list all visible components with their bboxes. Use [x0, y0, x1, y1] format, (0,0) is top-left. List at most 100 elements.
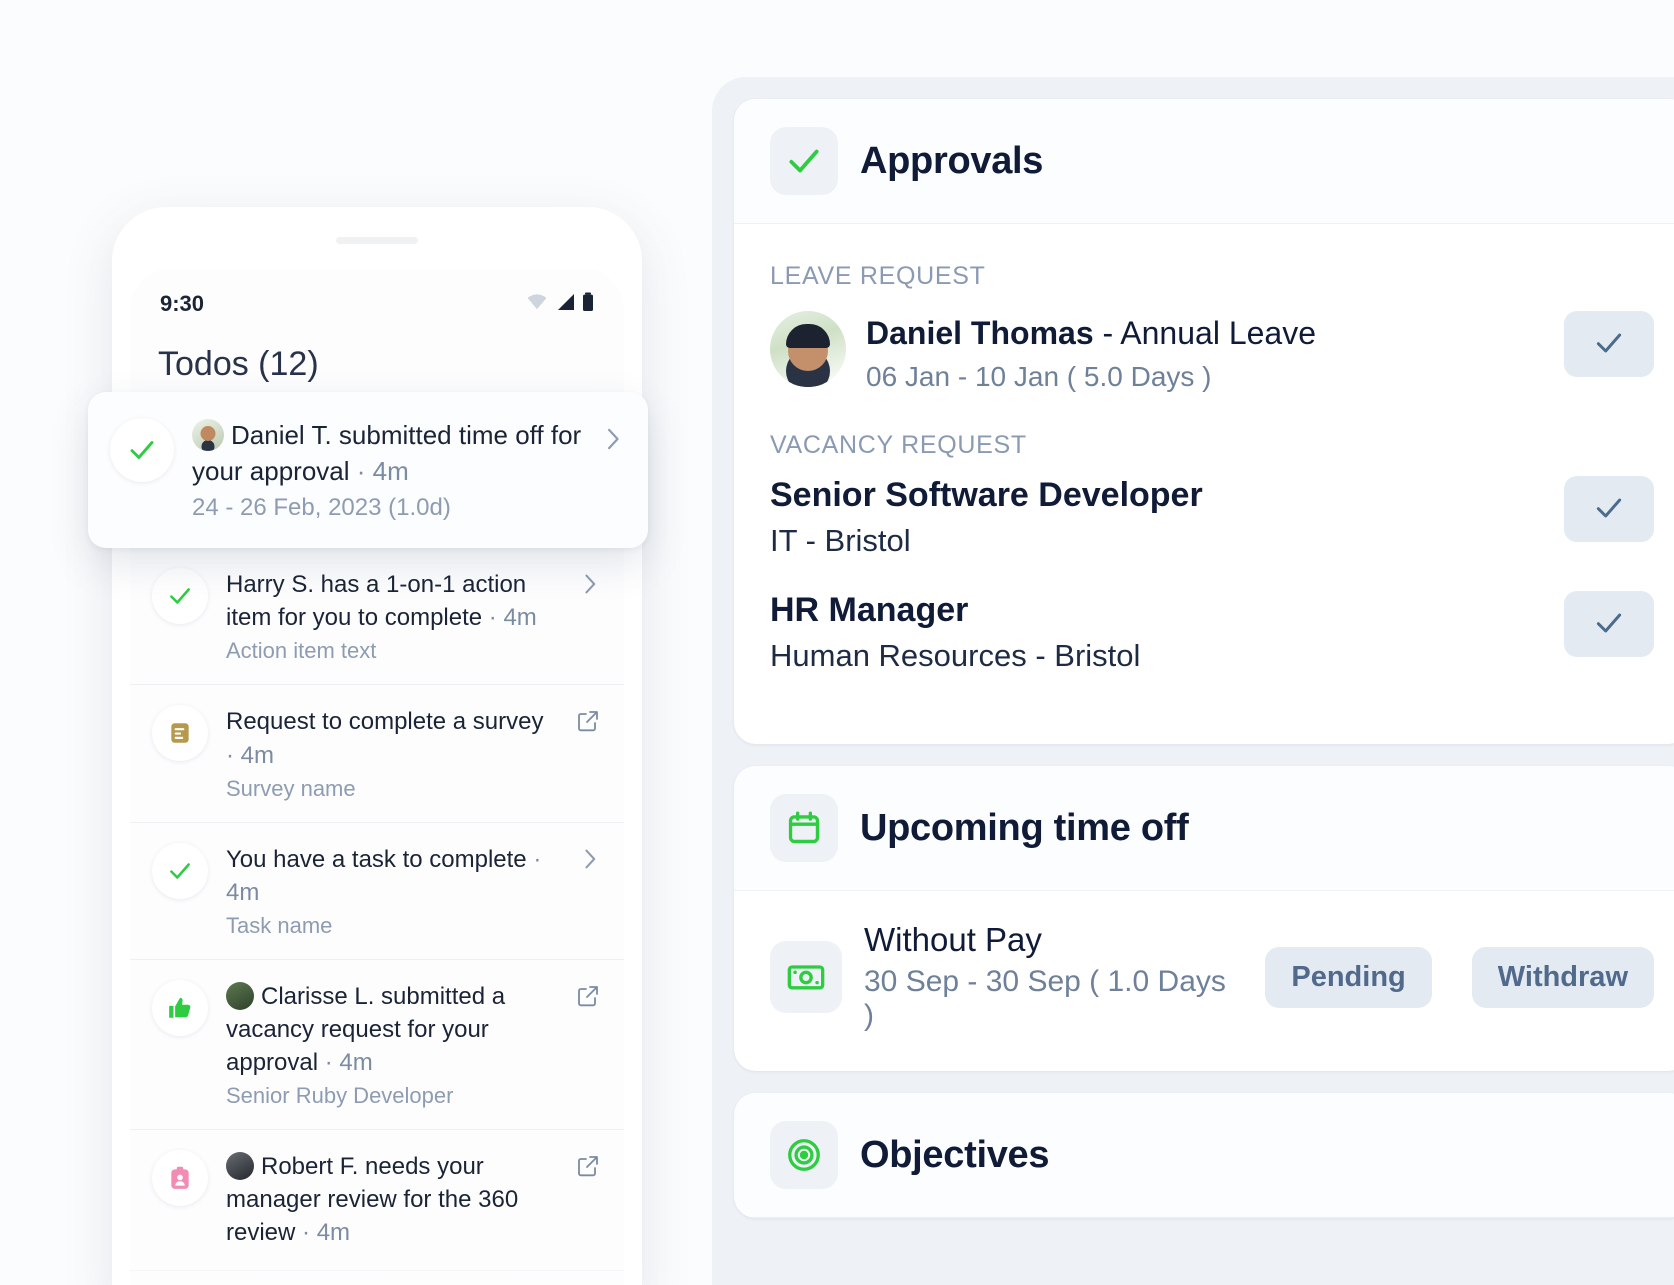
list-item-main: Robert F. needs your manager review for …	[226, 1150, 558, 1249]
dashboard-panel: Approvals LEAVE REQUEST Daniel Thomas - …	[712, 77, 1674, 1285]
calendar-icon	[770, 794, 838, 862]
list-item-main: Harry S. has a 1-on-1 action item for yo…	[226, 568, 562, 664]
avatar	[192, 419, 224, 451]
chevron-right-icon[interactable]	[602, 418, 624, 457]
approve-vacancy-button[interactable]	[1564, 476, 1654, 542]
status-time: 9:30	[160, 291, 205, 316]
list-item[interactable]: Robert F. needs your manager review for …	[130, 1130, 624, 1271]
badge-icon	[152, 1150, 208, 1207]
list-item[interactable]: Harry S. has a 1-on-1 action item for yo…	[130, 548, 624, 686]
list-item-label: Harry S. has a 1-on-1 action item for yo…	[226, 571, 527, 632]
list-item-text: Request to complete a survey · 4m	[226, 705, 558, 771]
list-item[interactable]: You have a task to complete · 4m Task na…	[130, 823, 624, 960]
leave-request-row: Daniel Thomas - Annual Leave 06 Jan - 10…	[770, 305, 1654, 419]
approvals-card: Approvals LEAVE REQUEST Daniel Thomas - …	[734, 99, 1674, 744]
status-badge: Pending	[1265, 946, 1432, 1008]
objectives-card-header: Objectives	[734, 1093, 1674, 1218]
avatar	[226, 1152, 254, 1181]
floating-notification-card[interactable]: Daniel T. submitted time off for your ap…	[88, 392, 648, 548]
list-item-meta: · 4m	[324, 1049, 373, 1077]
phone-speaker	[336, 237, 418, 244]
status-icons	[526, 292, 594, 317]
list-item-main: Clarisse L. submitted a vacancy request …	[226, 980, 558, 1109]
withdraw-button[interactable]: Withdraw	[1471, 946, 1654, 1008]
list-item-sub: Survey name	[226, 775, 356, 801]
vacancy-content: Senior Software Developer IT - Bristol	[770, 476, 1544, 559]
list-item-main: Request to complete a survey · 4m Survey…	[226, 705, 558, 801]
list-item-sub: Senior Ruby Developer	[226, 1083, 454, 1109]
vacancy-request-label: VACANCY REQUEST	[770, 431, 1027, 459]
approve-vacancy-button[interactable]	[1564, 591, 1654, 657]
check-icon	[1593, 327, 1625, 362]
objectives-title: Objectives	[860, 1133, 1050, 1176]
time-off-dates: 30 Sep - 30 Sep ( 1.0 Days )	[864, 965, 1226, 1032]
upcoming-time-off-card: Upcoming time off Without Pay 30 Sep - 3…	[734, 766, 1674, 1071]
signal-icon	[555, 293, 575, 316]
status-bar: 9:30	[130, 269, 624, 323]
objectives-card: Objectives	[734, 1093, 1674, 1218]
leave-type: - Annual Leave	[1093, 315, 1317, 351]
list-item-sub: Action item text	[226, 638, 377, 664]
vacancy-row: HR Manager Human Resources - Bristol	[770, 589, 1654, 704]
leave-dates: 06 Jan - 10 Jan ( 5.0 Days )	[866, 361, 1212, 392]
vacancy-content: HR Manager Human Resources - Bristol	[770, 591, 1544, 674]
vacancy-title: HR Manager	[770, 591, 969, 629]
check-icon	[1593, 492, 1625, 527]
card-gap	[734, 744, 1674, 766]
approvals-card-header: Approvals	[734, 99, 1674, 224]
time-off-texts: Without Pay 30 Sep - 30 Sep ( 1.0 Days )	[864, 921, 1243, 1033]
battery-icon	[582, 292, 594, 317]
vacancy-row: Senior Software Developer IT - Bristol	[770, 474, 1654, 589]
list-item[interactable]: Clarisse L. submitted a vacancy request …	[130, 960, 624, 1131]
external-link-icon[interactable]	[576, 705, 600, 738]
list-item-text: Clarisse L. submitted a vacancy request …	[226, 980, 558, 1079]
thumbs-up-icon	[152, 979, 208, 1036]
list-item[interactable]: Request to complete a survey · 4m Survey…	[130, 685, 624, 823]
check-icon	[1593, 607, 1625, 642]
approve-leave-button[interactable]	[1564, 311, 1654, 377]
list-item-meta: · 4m	[302, 1219, 351, 1247]
list-item-text: Robert F. needs your manager review for …	[226, 1150, 558, 1249]
time-off-row: Without Pay 30 Sep - 30 Sep ( 1.0 Days )…	[734, 891, 1674, 1071]
time-off-card-header: Upcoming time off	[734, 766, 1674, 891]
check-icon	[770, 127, 838, 195]
check-circle-icon	[152, 568, 208, 625]
list-item-label: You have a task to complete	[226, 845, 527, 873]
list-item-text: You have a task to complete · 4m	[226, 843, 562, 909]
floating-card-sub: 24 - 26 Feb, 2023 (1.0d)	[192, 493, 451, 521]
list-item-meta: · 4m	[226, 741, 274, 769]
list-item-label: Robert F. needs your manager review for …	[226, 1153, 519, 1247]
external-link-icon[interactable]	[576, 1150, 600, 1183]
avatar	[770, 311, 846, 387]
vacancy-title: Senior Software Developer	[770, 476, 1203, 514]
employee-name: Daniel Thomas	[866, 315, 1094, 351]
floating-card-main: Daniel T. submitted time off for your ap…	[192, 418, 584, 522]
time-off-type: Without Pay	[864, 921, 1042, 958]
floating-card-text: Daniel T. submitted time off for your ap…	[192, 418, 584, 490]
list-item-text: Harry S. has a 1-on-1 action item for yo…	[226, 568, 562, 634]
floating-card-meta: · 4m	[356, 455, 409, 486]
vacancy-subtitle: IT - Bristol	[770, 523, 911, 558]
check-circle-icon	[110, 418, 174, 482]
time-off-title: Upcoming time off	[860, 806, 1189, 849]
leave-request-title: Daniel Thomas - Annual Leave	[866, 313, 1544, 353]
list-item-label: Request to complete a survey	[226, 708, 544, 736]
list-item[interactable]: Write yourself a review for the 360 revi…	[130, 1271, 624, 1285]
approvals-card-body: LEAVE REQUEST Daniel Thomas - Annual Lea…	[734, 224, 1674, 744]
external-link-icon[interactable]	[576, 980, 600, 1013]
vacancy-subtitle: Human Resources - Bristol	[770, 638, 1141, 673]
chevron-right-icon[interactable]	[580, 568, 600, 601]
target-icon	[770, 1121, 838, 1189]
chevron-right-icon[interactable]	[580, 843, 600, 876]
check-circle-icon	[152, 842, 208, 899]
wifi-icon	[526, 293, 548, 316]
list-item-meta: · 4m	[488, 604, 537, 632]
card-gap	[734, 1071, 1674, 1093]
list-item-main: You have a task to complete · 4m Task na…	[226, 843, 562, 939]
avatar	[226, 981, 254, 1010]
money-icon	[770, 941, 842, 1013]
list-item-sub: Task name	[226, 912, 333, 938]
leave-request-label: LEAVE REQUEST	[770, 262, 986, 290]
page-title: Approvals	[860, 139, 1044, 182]
leave-request-content: Daniel Thomas - Annual Leave 06 Jan - 10…	[866, 311, 1544, 393]
